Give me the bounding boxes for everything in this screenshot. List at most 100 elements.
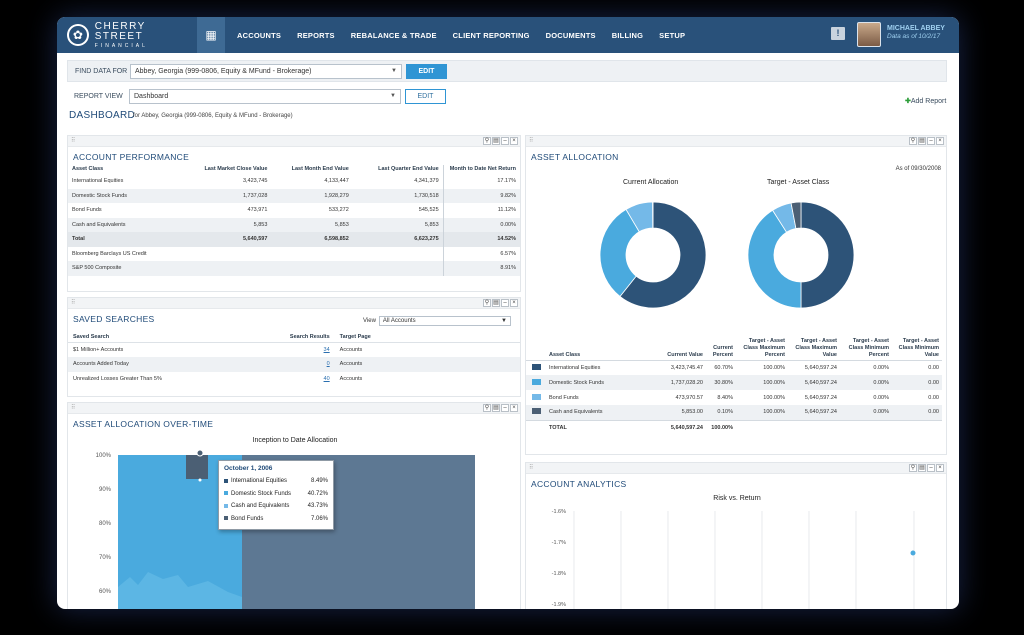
close-icon[interactable]: × xyxy=(936,137,944,145)
table-cell: 8.40% xyxy=(717,394,733,401)
user-info[interactable]: MICHAEL ABBEY Data as of 10/2/17 xyxy=(887,25,945,41)
search-icon[interactable]: ⚲ xyxy=(483,299,491,307)
grid-icon[interactable]: ▤ xyxy=(918,464,926,472)
target-allocation-donut[interactable] xyxy=(747,201,855,309)
drag-handle-icon[interactable]: ⠿ xyxy=(71,137,75,144)
nav-item-client-reporting[interactable]: CLIENT REPORTING xyxy=(445,31,538,40)
minimize-icon[interactable]: – xyxy=(501,137,509,145)
column-header[interactable]: Asset Class xyxy=(68,165,181,174)
report-edit-button[interactable]: EDIT xyxy=(405,88,446,104)
column-header[interactable]: Last Month End Value xyxy=(271,165,352,174)
minimize-icon[interactable]: – xyxy=(927,464,935,472)
column-header[interactable]: Target - Asset Class Minimum Value xyxy=(892,337,942,361)
table-cell: 1,928,279 xyxy=(271,188,353,204)
table-row[interactable]: Cash and Equivalents 5,853.00 0.10% 100.00%… xyxy=(526,405,942,421)
report-view-value: Dashboard xyxy=(134,92,169,100)
nav-item-reports[interactable]: REPORTS xyxy=(289,31,343,40)
nav-item-documents[interactable]: DOCUMENTS xyxy=(538,31,604,40)
table-cell: 5,640,597.24 xyxy=(788,405,840,421)
close-icon[interactable]: × xyxy=(936,464,944,472)
table-row[interactable]: $1 Million+ Accounts 34 Accounts xyxy=(68,343,520,358)
drag-handle-icon[interactable]: ⠿ xyxy=(71,299,75,306)
table-row[interactable]: Accounts Added Today 0 Accounts xyxy=(68,357,520,372)
column-header[interactable]: Month to Date Net Return xyxy=(442,165,520,175)
grid-icon[interactable]: ▤ xyxy=(492,299,500,307)
view-select[interactable]: All Accounts ▼ xyxy=(378,316,511,326)
table-row[interactable]: Bond Funds 473,970.57 8.40% 100.00% 5,640,59… xyxy=(526,390,942,405)
minimize-icon[interactable]: – xyxy=(927,137,935,145)
saved-searches-table: Saved Search Search Results Target Page … xyxy=(68,332,520,386)
dashboard-grid-icon[interactable]: ▦ xyxy=(197,17,225,53)
current-allocation-label: Current Allocation xyxy=(623,179,679,186)
nav-item-billing[interactable]: BILLING xyxy=(604,31,651,40)
table-cell: 4,133,447 xyxy=(324,178,349,185)
minimize-icon[interactable]: – xyxy=(501,299,509,307)
table-cell: 100.00% xyxy=(736,405,788,421)
panel-toolbar: ⠿ ⚲ ▤ – × xyxy=(68,298,520,309)
table-cell: 14.52% xyxy=(442,232,520,247)
table-cell: 473,970.57 xyxy=(675,394,703,401)
nav-item-rebalance-trade[interactable]: REBALANCE & TRADE xyxy=(343,31,445,40)
search-results-link[interactable]: 0 xyxy=(327,361,330,367)
search-results-link[interactable]: 34 xyxy=(324,347,330,353)
search-icon[interactable]: ⚲ xyxy=(909,464,917,472)
chart-title: Risk vs. Return xyxy=(713,495,761,502)
search-icon[interactable]: ⚲ xyxy=(483,137,491,145)
close-icon[interactable]: × xyxy=(510,404,518,412)
grid-icon[interactable]: ▤ xyxy=(492,404,500,412)
search-results-link[interactable]: 40 xyxy=(324,376,330,382)
search-icon[interactable]: ⚲ xyxy=(909,137,917,145)
close-icon[interactable]: × xyxy=(510,299,518,307)
table-cell: Domestic Stock Funds xyxy=(546,375,662,391)
table-cell xyxy=(353,247,443,262)
y-tick-label: -1.8% xyxy=(552,571,566,577)
table-row[interactable]: Unrealized Losses Greater Than 5% 40 Accou… xyxy=(68,372,520,387)
notification-icon[interactable]: ! xyxy=(831,27,845,40)
minimize-icon[interactable]: – xyxy=(501,404,509,412)
table-row[interactable]: International Equities 3,423,745.47 60.70%… xyxy=(526,360,942,375)
search-icon[interactable]: ⚲ xyxy=(483,404,491,412)
y-tick-label: 90% xyxy=(99,487,112,493)
column-header[interactable]: Target Page xyxy=(334,332,520,343)
close-icon[interactable]: × xyxy=(510,137,518,145)
column-header[interactable]: Last Quarter End Value xyxy=(353,165,443,174)
panel-title: ACCOUNT ANALYTICS xyxy=(531,479,627,489)
report-view-select[interactable]: Dashboard ▼ xyxy=(129,88,401,104)
drag-handle-icon[interactable]: ⠿ xyxy=(71,404,75,411)
column-header[interactable]: Target - Asset Class Maximum Percent xyxy=(736,337,788,361)
donut-slice[interactable] xyxy=(800,201,855,309)
column-header[interactable]: Target - Asset Class Maximum Value xyxy=(788,337,840,361)
avatar[interactable] xyxy=(857,22,881,47)
chevron-down-icon: ▼ xyxy=(391,68,397,74)
drag-handle-icon[interactable]: ⠿ xyxy=(529,137,533,144)
table-cell: Bond Funds xyxy=(72,207,102,214)
brand-logo[interactable]: ✿ CHERRY STREET FINANCIAL xyxy=(57,21,197,49)
grid-icon[interactable]: ▤ xyxy=(492,137,500,145)
column-header[interactable]: Asset Class xyxy=(546,337,662,361)
add-report-button[interactable]: ✚Add Report xyxy=(905,97,946,105)
column-header[interactable]: Saved Search xyxy=(68,332,267,343)
table-cell: Bloomberg Barclays US Credit xyxy=(72,250,147,257)
current-allocation-donut[interactable] xyxy=(599,201,707,309)
table-cell xyxy=(271,247,352,262)
table-cell: 3,423,745.47 xyxy=(670,364,703,371)
top-nav: ✿ CHERRY STREET FINANCIAL ▦ ACCOUNTS REP… xyxy=(57,17,959,53)
column-header[interactable]: Current Percent xyxy=(706,337,736,361)
column-header[interactable]: Current Value xyxy=(662,337,706,361)
chevron-down-icon: ▼ xyxy=(500,318,507,324)
column-header[interactable]: Target - Asset Class Minimum Percent xyxy=(840,337,892,361)
drag-handle-icon[interactable]: ⠿ xyxy=(529,464,533,471)
area-bond-funds xyxy=(186,455,208,479)
table-row[interactable]: Domestic Stock Funds 1,737,028.20 30.80% 10… xyxy=(526,375,942,391)
chart-tooltip: October 1, 2006 International Equities 8.… xyxy=(218,460,334,530)
column-header[interactable]: Last Market Close Value xyxy=(181,165,271,174)
y-tick-label: 80% xyxy=(99,521,112,527)
find-data-select[interactable]: Abbey, Georgia (999-0806, Equity & MFund… xyxy=(130,63,402,79)
table-cell: 0.00 xyxy=(928,394,939,401)
column-header[interactable]: Search Results xyxy=(266,332,335,343)
find-edit-button[interactable]: EDIT xyxy=(406,63,447,79)
grid-icon[interactable]: ▤ xyxy=(918,137,926,145)
nav-item-accounts[interactable]: ACCOUNTS xyxy=(229,31,289,40)
nav-item-setup[interactable]: SETUP xyxy=(651,31,693,40)
chart-title: Inception to Date Allocation xyxy=(252,437,338,444)
